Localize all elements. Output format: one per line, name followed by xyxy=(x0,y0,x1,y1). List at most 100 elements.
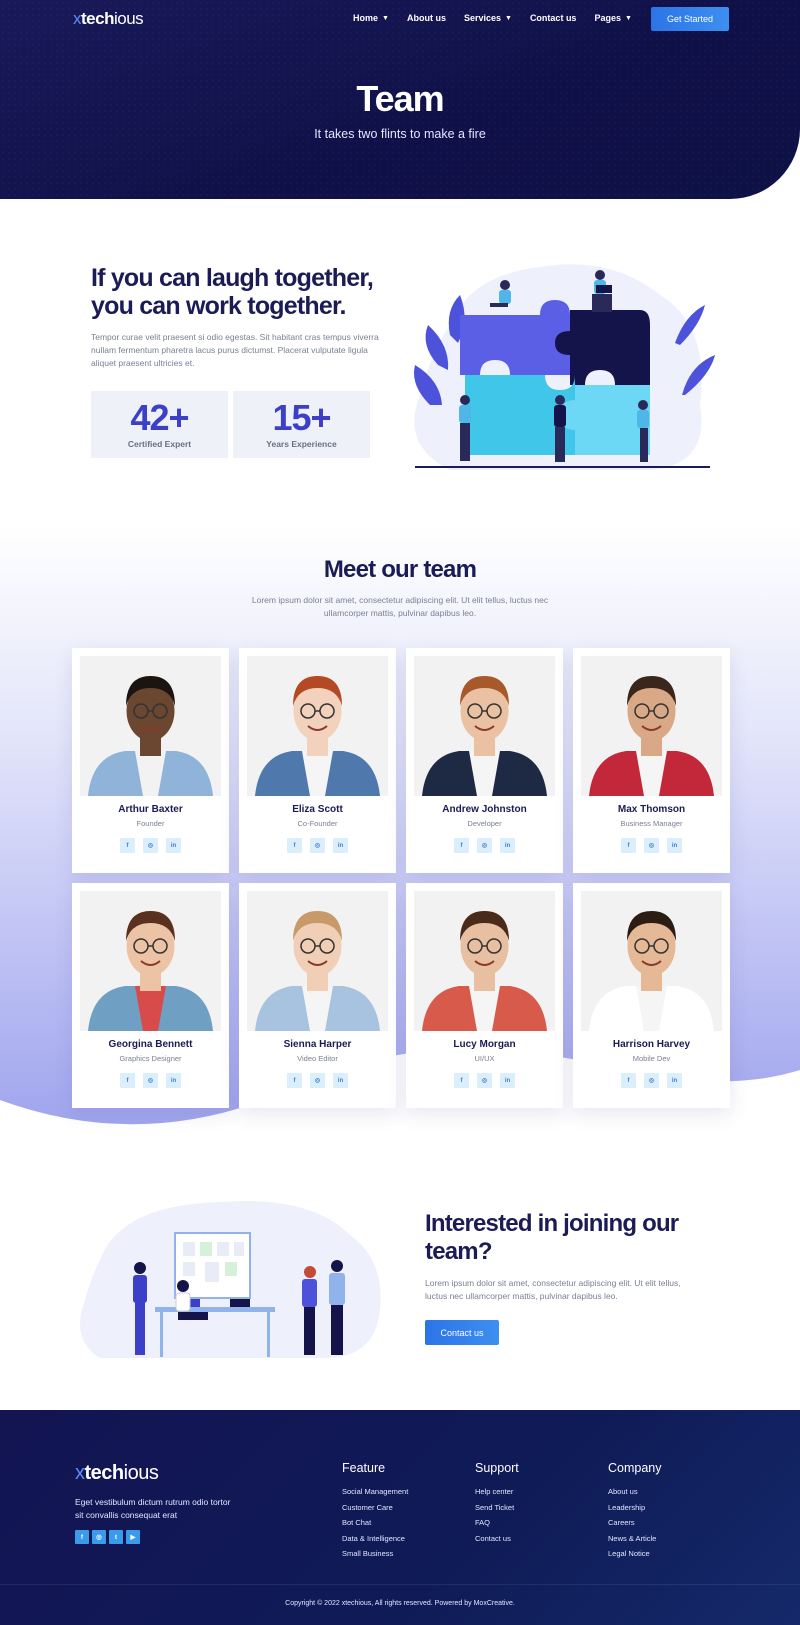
team-card: Max Thomson Business Manager f ◎ in xyxy=(573,648,730,873)
footer-column-company: Company About us Leadership Careers News & A… xyxy=(608,1461,662,1562)
nav-item-contact[interactable]: Contact us xyxy=(530,13,577,23)
stat-years-experience: 15+ Years Experience xyxy=(233,391,370,458)
linkedin-icon[interactable]: in xyxy=(333,838,348,853)
team-member-photo xyxy=(247,656,388,796)
twitter-icon[interactable]: t xyxy=(109,1530,123,1544)
facebook-icon[interactable]: f xyxy=(287,1073,302,1088)
facebook-icon[interactable]: f xyxy=(621,838,636,853)
team-member-name: Arthur Baxter xyxy=(118,804,183,815)
team-member-name: Eliza Scott xyxy=(292,804,343,815)
facebook-icon[interactable]: f xyxy=(120,838,135,853)
team-member-role: Video Editor xyxy=(297,1054,338,1063)
facebook-icon[interactable]: f xyxy=(454,838,469,853)
team-member-role: Mobile Dev xyxy=(632,1054,671,1063)
instagram-icon[interactable]: ◎ xyxy=(644,838,659,853)
team-member-name: Andrew Johnston xyxy=(442,804,527,815)
footer-link[interactable]: Data & Intelligence xyxy=(342,1531,408,1547)
about-text: Tempor curae velit praesent si odio eges… xyxy=(91,332,379,368)
footer-column-support: Support Help center Send Ticket FAQ Contact … xyxy=(475,1461,519,1546)
stat-label: Certified Expert xyxy=(127,439,192,449)
footer-link[interactable]: FAQ xyxy=(475,1515,519,1531)
team-member-name: Harrison Harvey xyxy=(612,1039,691,1050)
facebook-icon[interactable]: f xyxy=(120,1073,135,1088)
team-card: Harrison Harvey Mobile Dev f ◎ in xyxy=(573,883,730,1108)
team-member-photo xyxy=(414,891,555,1031)
team-member-name: Sienna Harper xyxy=(283,1039,352,1050)
team-member-socials: f ◎ in xyxy=(406,1073,563,1088)
footer-description: Eget vestibulum dictum rutrum odio torto… xyxy=(75,1497,231,1520)
instagram-icon[interactable]: ◎ xyxy=(310,1073,325,1088)
footer-link[interactable]: Bot Chat xyxy=(342,1515,408,1531)
linkedin-icon[interactable]: in xyxy=(500,838,515,853)
footer-column-title: Feature xyxy=(342,1461,386,1475)
facebook-icon[interactable]: f xyxy=(75,1530,89,1544)
team-working-illustration xyxy=(80,1200,385,1360)
nav-item-pages[interactable]: Pages ▼ xyxy=(594,13,631,23)
footer-logo[interactable]: xtechious xyxy=(75,1462,159,1485)
stat-value: 42+ xyxy=(130,397,189,438)
team-card: Sienna Harper Video Editor f ◎ in xyxy=(239,883,396,1108)
instagram-icon[interactable]: ◎ xyxy=(477,838,492,853)
instagram-icon[interactable]: ◎ xyxy=(92,1530,106,1544)
team-member-role: Business Manager xyxy=(620,819,683,828)
team-member-role: Founder xyxy=(136,819,165,828)
footer-social-icons: f ◎ t ▶ xyxy=(75,1530,140,1544)
puzzle-illustration xyxy=(410,255,720,480)
team-member-name: Max Thomson xyxy=(617,804,686,815)
site-logo[interactable]: xtechious xyxy=(73,9,144,29)
footer-link[interactable]: Careers xyxy=(608,1515,662,1531)
main-nav: Home ▼ About us Services ▼ Contact us Page… xyxy=(353,13,650,23)
footer-link[interactable]: News & Article xyxy=(608,1531,662,1547)
team-card: Arthur Baxter Founder f ◎ in xyxy=(72,648,229,873)
instagram-icon[interactable]: ◎ xyxy=(143,1073,158,1088)
team-member-socials: f ◎ in xyxy=(239,838,396,853)
facebook-icon[interactable]: f xyxy=(287,838,302,853)
about-heading: If you can laugh together, you can work … xyxy=(91,264,374,320)
team-member-socials: f ◎ in xyxy=(239,1073,396,1088)
hero-section: xtechious Home ▼ About us Services ▼ Conta… xyxy=(0,0,800,199)
youtube-icon[interactable]: ▶ xyxy=(126,1530,140,1544)
get-started-button[interactable]: Get Started xyxy=(651,7,729,31)
instagram-icon[interactable]: ◎ xyxy=(143,838,158,853)
nav-item-services[interactable]: Services ▼ xyxy=(464,13,512,23)
footer-link[interactable]: Legal Notice xyxy=(608,1546,662,1562)
linkedin-icon[interactable]: in xyxy=(667,838,682,853)
footer-link[interactable]: Social Management xyxy=(342,1484,408,1500)
team-title: Meet our team xyxy=(323,556,477,583)
linkedin-icon[interactable]: in xyxy=(166,838,181,853)
footer-link[interactable]: Leadership xyxy=(608,1500,662,1516)
facebook-icon[interactable]: f xyxy=(454,1073,469,1088)
chevron-down-icon: ▼ xyxy=(624,14,632,22)
linkedin-icon[interactable]: in xyxy=(166,1073,181,1088)
footer-link[interactable]: Contact us xyxy=(475,1531,519,1547)
facebook-icon[interactable]: f xyxy=(621,1073,636,1088)
linkedin-icon[interactable]: in xyxy=(333,1073,348,1088)
team-member-photo xyxy=(581,891,722,1031)
footer-link[interactable]: Send Ticket xyxy=(475,1500,519,1516)
team-member-role: Developer xyxy=(467,819,502,828)
linkedin-icon[interactable]: in xyxy=(667,1073,682,1088)
footer-link[interactable]: Help center xyxy=(475,1484,519,1500)
linkedin-icon[interactable]: in xyxy=(500,1073,515,1088)
team-member-photo xyxy=(80,891,221,1031)
team-member-photo xyxy=(247,891,388,1031)
join-heading: Interested in joining our team? xyxy=(425,1210,679,1265)
team-card: Andrew Johnston Developer f ◎ in xyxy=(406,648,563,873)
instagram-icon[interactable]: ◎ xyxy=(310,838,325,853)
footer-link[interactable]: Small Business xyxy=(342,1546,408,1562)
team-member-socials: f ◎ in xyxy=(72,838,229,853)
contact-us-button[interactable]: Contact us xyxy=(425,1320,499,1345)
footer-link[interactable]: Customer Care xyxy=(342,1500,408,1516)
team-member-role: Graphics Designer xyxy=(119,1054,182,1063)
footer-link[interactable]: About us xyxy=(608,1484,662,1500)
team-member-socials: f ◎ in xyxy=(406,838,563,853)
page-title: Team xyxy=(356,78,444,119)
team-member-name: Lucy Morgan xyxy=(453,1039,516,1050)
instagram-icon[interactable]: ◎ xyxy=(644,1073,659,1088)
team-member-photo xyxy=(414,656,555,796)
team-card: Eliza Scott Co-Founder f ◎ in xyxy=(239,648,396,873)
instagram-icon[interactable]: ◎ xyxy=(477,1073,492,1088)
nav-item-home[interactable]: Home ▼ xyxy=(353,13,389,23)
nav-item-about[interactable]: About us xyxy=(407,13,446,23)
team-member-socials: f ◎ in xyxy=(573,838,730,853)
